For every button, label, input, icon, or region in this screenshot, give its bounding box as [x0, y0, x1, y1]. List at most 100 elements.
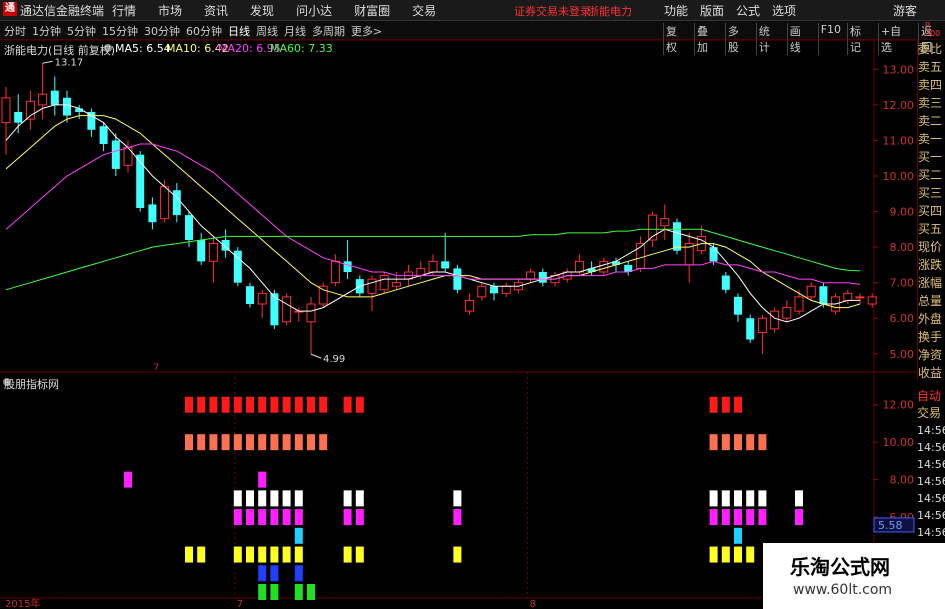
signal-block [709, 396, 718, 413]
signal-block [746, 490, 755, 507]
tick-time: 14:56 [917, 424, 945, 437]
tick-time: 自动 [917, 389, 942, 403]
quote-field-label: 卖一 [918, 132, 943, 146]
signal-block [246, 396, 254, 413]
signal-block [124, 471, 132, 488]
price-tick-label: 5.00 [890, 348, 915, 361]
signal-block [319, 396, 328, 413]
signal-block [709, 546, 718, 563]
signal-block [709, 490, 718, 507]
signal-block [319, 434, 328, 451]
signal-block [721, 490, 730, 507]
signal-block [282, 434, 291, 451]
signal-block [233, 434, 242, 451]
quote-field-label: 净资 [918, 348, 943, 362]
quote-field-label: 涨跌 [918, 258, 943, 272]
signal-block [294, 527, 303, 544]
signal-block [343, 490, 352, 507]
time-axis-label: 2015年 [5, 597, 40, 609]
tick-time: 14:56 [917, 475, 945, 488]
candle-body [806, 285, 816, 298]
kline-chart[interactable]: 13.00 12.00 11.00 10.00 9.00 8.00 7.00 6.00 5.00… [0, 0, 945, 609]
candle-body [782, 307, 792, 319]
candle-body [148, 204, 157, 223]
extreme-label: 4.99 [323, 354, 345, 365]
signal-block [221, 434, 230, 451]
value-box-label: 5.58 [878, 519, 903, 532]
signal-block [343, 396, 352, 413]
signal-block [795, 509, 803, 526]
tick-time: 14:56 [917, 492, 945, 505]
signal-block [355, 490, 364, 507]
candle-body [721, 275, 730, 290]
signal-block [721, 509, 730, 526]
signal-block [246, 509, 254, 526]
signal-block [758, 434, 767, 451]
signal-block [307, 584, 315, 600]
quote-field-label: 卖二 [918, 114, 943, 128]
signal-block [221, 396, 230, 413]
quote-field-label: 买四 [918, 204, 943, 218]
signal-block [246, 434, 254, 451]
extreme-label: 13.17 [55, 57, 84, 68]
price-tick-label: 13.00 [883, 63, 915, 76]
ma-label: MA60: 7.33 [270, 42, 333, 55]
signal-block [282, 546, 291, 563]
candle-body [99, 126, 108, 144]
candle-body [855, 296, 865, 299]
indicator-title: 股朋指标网 [4, 378, 59, 391]
signal-block [758, 490, 767, 507]
price-tick-label: 9.00 [890, 206, 915, 219]
candle-body [38, 93, 48, 106]
candle-body [391, 282, 401, 287]
candle-body [819, 286, 828, 304]
signal-block [270, 490, 279, 507]
signal-block [709, 434, 718, 451]
signal-block [453, 546, 462, 563]
candle-body [526, 271, 536, 280]
watermark-url: www.60lt.com [793, 582, 893, 598]
candle-body [501, 285, 511, 294]
quote-field-label: 买三 [918, 186, 943, 200]
tick-time: 交易 [917, 406, 942, 420]
candle-body [25, 100, 35, 120]
quote-field-label: 卖四 [918, 78, 943, 92]
signal-block [307, 434, 315, 451]
candle-body [660, 218, 670, 227]
signal-block [209, 434, 218, 451]
signal-block [185, 434, 193, 451]
signal-block [185, 396, 193, 413]
tick-time: 14:56 [917, 441, 945, 454]
candle-body [136, 154, 145, 208]
time-axis-label: 8 [530, 599, 536, 609]
signal-block [307, 396, 315, 413]
quote-field-label: 现价 [918, 240, 943, 254]
quote-field-label: 买二 [918, 168, 943, 182]
signal-block [233, 490, 242, 507]
ma-line [5, 104, 860, 323]
signal-block [453, 509, 462, 526]
signal-block [343, 546, 352, 563]
signal-block [185, 546, 193, 563]
signal-block [197, 434, 206, 451]
tick-time: 14:56 [917, 458, 945, 471]
quote-field-label: 买五 [918, 222, 943, 236]
signal-block [258, 565, 267, 582]
candle-body [197, 240, 206, 262]
candle-body [477, 285, 487, 298]
signal-block [746, 434, 755, 451]
quote-field-label: 卖三 [918, 96, 943, 110]
candle-body [673, 222, 681, 251]
quote-field-label: 总量 [918, 294, 943, 308]
signal-block [734, 546, 742, 563]
signal-block [721, 546, 730, 563]
signal-block [258, 434, 267, 451]
quote-field-label: 外盘 [918, 312, 943, 326]
quote-field-label: 卖五 [918, 60, 943, 74]
candle-body [306, 303, 316, 323]
candle-body [172, 190, 181, 216]
signal-block [758, 509, 767, 526]
signal-block [721, 396, 730, 413]
signal-block [734, 509, 742, 526]
signal-block [233, 396, 242, 413]
